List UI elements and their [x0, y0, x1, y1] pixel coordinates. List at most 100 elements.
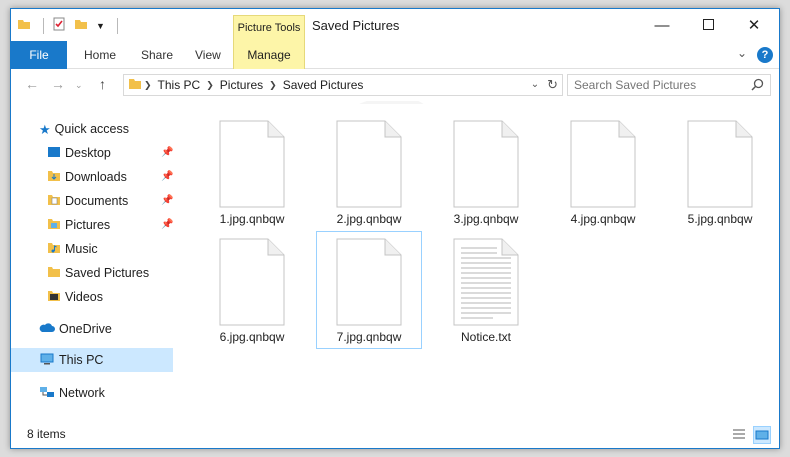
sidebar-item-desktop[interactable]: Desktop [47, 142, 111, 164]
close-button[interactable]: ✕ [731, 9, 777, 41]
address-bar[interactable]: ❯ This PC ❯ Pictures ❯ Saved Pictures ⌄ … [123, 74, 563, 96]
file-name: 7.jpg.qnbqw [336, 330, 402, 344]
customize-toolbar-icon[interactable]: ▼ [96, 21, 105, 31]
details-view-button[interactable] [731, 426, 749, 444]
quick-access-toolbar: ▼ [17, 17, 118, 34]
picture-tools-label: Picture Tools [233, 15, 305, 41]
sidebar-item-label: Videos [65, 290, 103, 304]
navigation-pane: ★ Quick access Desktop 📌 Downloads 📌 Docu… [11, 104, 173, 422]
sidebar-item-label: OneDrive [59, 322, 112, 336]
folder-icon [47, 263, 61, 277]
file-list: 1.jpg.qnbqw 2.jpg.qnbqw 3.jpg.qnbqw 4.jp… [177, 104, 777, 422]
search-input[interactable] [574, 76, 754, 94]
tab-manage[interactable]: Manage [233, 41, 305, 69]
file-name: 6.jpg.qnbqw [219, 330, 285, 344]
refresh-icon[interactable]: ↻ [547, 77, 558, 93]
title-bar: ▼ Picture Tools Saved Pictures — ✕ [11, 9, 779, 41]
network-icon [39, 383, 55, 397]
breadcrumb-pictures[interactable]: Pictures [220, 78, 263, 92]
file-item[interactable]: 4.jpg.qnbqw [550, 114, 656, 232]
file-item-hovered[interactable]: 7.jpg.qnbqw [316, 231, 422, 349]
star-icon: ★ [39, 122, 51, 137]
downloads-icon [47, 167, 61, 181]
toolbar-divider [116, 17, 118, 34]
sidebar-item-label: Desktop [65, 146, 111, 160]
folder-icon [128, 78, 142, 93]
search-icon[interactable] [751, 78, 764, 94]
sidebar-item-this-pc[interactable]: This PC [39, 349, 103, 371]
properties-icon[interactable] [52, 17, 66, 34]
sidebar-item-music[interactable]: Music [47, 238, 98, 260]
file-item[interactable]: Notice.txt [433, 232, 539, 350]
pin-icon[interactable]: 📌 [161, 219, 173, 230]
computer-icon [39, 350, 55, 365]
maximize-button[interactable] [685, 9, 731, 41]
sidebar-item-quick-access[interactable]: ★ Quick access [39, 118, 129, 140]
documents-icon [47, 191, 61, 205]
details-view-icon [731, 429, 747, 445]
sidebar-item-network[interactable]: Network [39, 382, 105, 404]
cloud-icon [39, 319, 55, 332]
blank-file-icon [219, 238, 285, 326]
blank-file-icon [336, 238, 402, 326]
blank-file-icon [219, 120, 285, 208]
file-item[interactable]: 5.jpg.qnbqw [667, 114, 773, 232]
tab-view[interactable]: View [195, 41, 221, 69]
file-item[interactable]: 2.jpg.qnbqw [316, 114, 422, 232]
expand-ribbon-icon[interactable]: ⌄ [737, 46, 747, 60]
window-title: Saved Pictures [312, 18, 400, 33]
explorer-window: PC risk.com ▼ Picture Tools Saved Pictur… [10, 8, 780, 449]
sidebar-item-pictures[interactable]: Pictures [47, 214, 110, 236]
breadcrumb-saved-pictures[interactable]: Saved Pictures [283, 78, 364, 92]
chevron-down-icon[interactable]: ⌄ [531, 77, 539, 93]
blank-file-icon [336, 120, 402, 208]
blank-file-icon [570, 120, 636, 208]
blank-file-icon [453, 120, 519, 208]
up-arrow-icon[interactable]: ↑ [99, 76, 106, 92]
forward-arrow-icon[interactable]: → [51, 76, 65, 92]
file-name: 4.jpg.qnbqw [570, 212, 636, 226]
folder-icon[interactable] [17, 17, 31, 34]
sidebar-item-label: This PC [59, 353, 104, 367]
new-folder-icon[interactable] [74, 17, 88, 34]
sidebar-item-saved-pictures[interactable]: Saved Pictures [47, 262, 149, 284]
large-icons-view-button[interactable] [753, 426, 771, 444]
pin-icon[interactable]: 📌 [161, 147, 173, 158]
toolbar-divider [43, 17, 44, 34]
file-item[interactable]: 3.jpg.qnbqw [433, 114, 539, 232]
videos-icon [47, 287, 61, 301]
breadcrumb-this-pc[interactable]: This PC [158, 78, 201, 92]
pin-icon[interactable]: 📌 [161, 171, 173, 182]
sidebar-item-label: Saved Pictures [65, 266, 150, 280]
item-count: 8 items [27, 427, 66, 441]
minimize-button[interactable]: — [639, 9, 685, 41]
file-item[interactable]: 6.jpg.qnbqw [199, 232, 305, 350]
sidebar-item-label: Network [59, 386, 105, 400]
pin-icon[interactable]: 📌 [161, 195, 173, 206]
tab-home[interactable]: Home [84, 41, 116, 69]
file-item[interactable]: 1.jpg.qnbqw [199, 114, 305, 232]
file-name: 3.jpg.qnbqw [453, 212, 519, 226]
sidebar-item-downloads[interactable]: Downloads [47, 166, 127, 188]
sidebar-item-label: Downloads [65, 170, 127, 184]
ribbon-tabs: File Home Share View Manage ⌄ ? [11, 41, 779, 69]
chevron-right-icon[interactable]: ❯ [269, 80, 277, 91]
sidebar-item-videos[interactable]: Videos [47, 286, 103, 308]
recent-locations-icon[interactable]: ⌄ [75, 80, 83, 91]
blank-file-icon [687, 120, 753, 208]
chevron-right-icon[interactable]: ❯ [144, 80, 152, 91]
sidebar-item-label: Quick access [54, 122, 129, 136]
tab-file[interactable]: File [11, 41, 67, 69]
pictures-icon [47, 215, 61, 229]
minimize-icon: — [654, 16, 670, 34]
desktop-folder-icon [47, 143, 61, 157]
large-icons-view-icon [754, 430, 770, 446]
maximize-icon [702, 17, 714, 34]
tab-share[interactable]: Share [141, 41, 173, 69]
help-icon[interactable]: ? [757, 47, 773, 63]
sidebar-item-onedrive[interactable]: OneDrive [39, 318, 112, 340]
close-icon: ✕ [747, 17, 761, 34]
chevron-right-icon[interactable]: ❯ [206, 80, 214, 91]
back-arrow-icon[interactable]: ← [25, 76, 39, 92]
sidebar-item-documents[interactable]: Documents [47, 190, 128, 212]
